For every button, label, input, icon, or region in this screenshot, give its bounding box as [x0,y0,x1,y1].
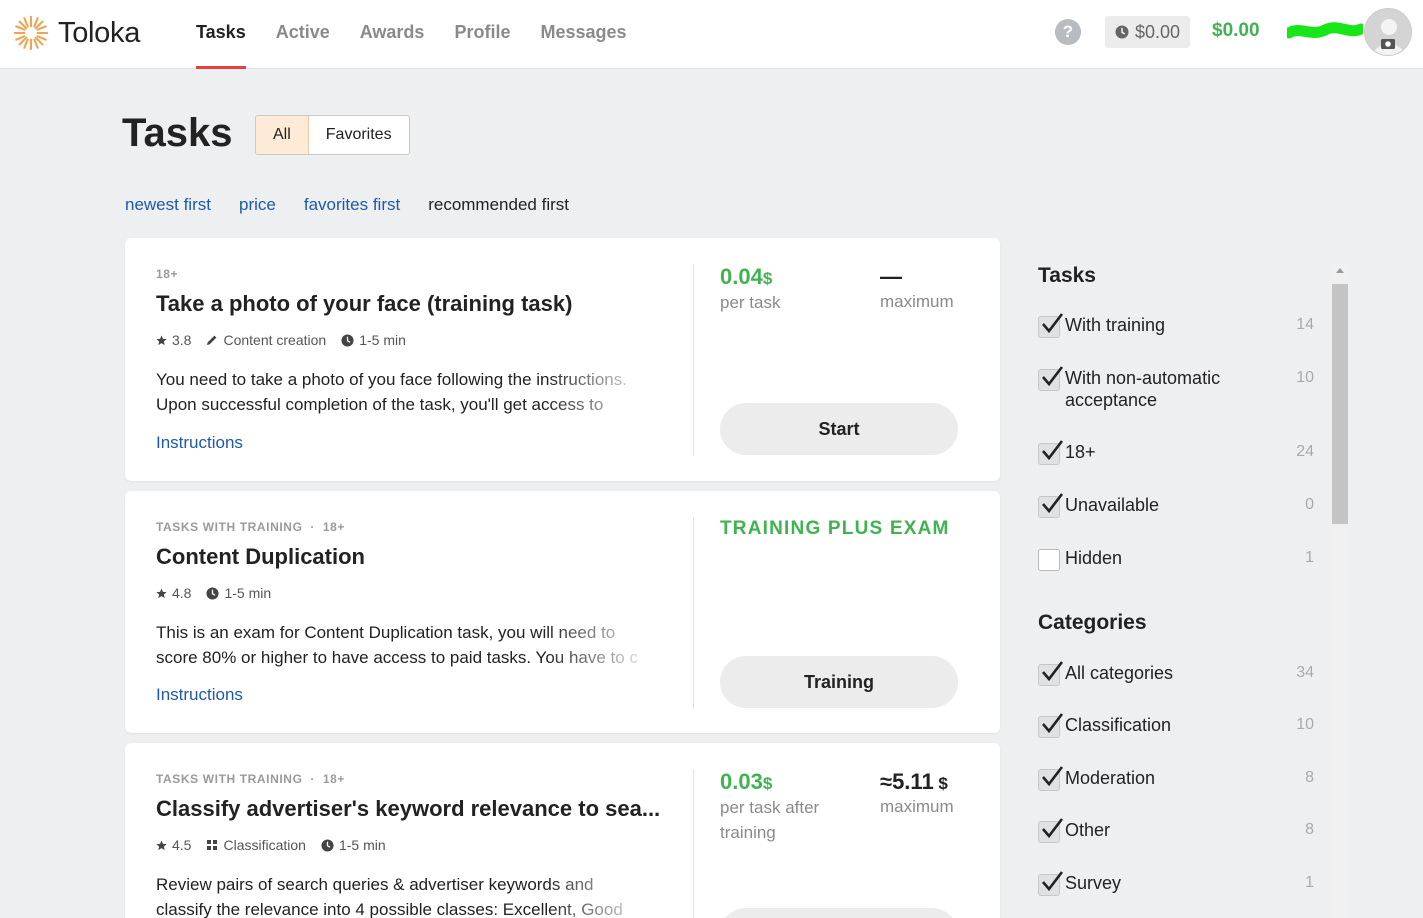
task-stats: 4.8 1-5 min [156,585,286,601]
camera-icon [1373,19,1405,55]
checkmark-icon [1042,493,1064,514]
filter-categories-heading: Categories [1038,611,1147,634]
nav-profile[interactable]: Profile [454,0,510,69]
sort-newest[interactable]: newest first [125,195,211,215]
task-meta: TASKS WITH TRAINING · 18+ [156,772,345,786]
checkbox[interactable] [1038,871,1064,896]
star-icon [156,839,167,850]
toggle-all-button[interactable]: All [256,116,309,154]
checkbox[interactable] [1038,366,1064,391]
max-label: maximum [880,292,954,311]
clock-icon [1115,25,1129,39]
filter-tasks-heading: Tasks [1038,264,1096,287]
help-icon[interactable]: ? [1055,19,1081,45]
toloka-sun-logo-icon [13,15,49,51]
clock-icon [321,838,334,852]
grid-icon [207,840,218,850]
card-divider [693,769,694,918]
card-divider [693,264,694,456]
scroll-thumb[interactable] [1332,284,1348,524]
checkmark-icon [1042,661,1064,682]
balance-value[interactable]: $0.00 [1212,20,1260,42]
nav-active[interactable]: Active [276,0,330,69]
checkbox[interactable] [1038,440,1064,465]
task-stats: 4.5 Classification 1-5 min [156,837,401,853]
age-badge: 18+ [156,267,179,281]
instructions-link[interactable]: Instructions [156,685,243,705]
logo-text: Toloka [58,16,141,49]
price-label: per task after training [720,798,820,842]
checkmark-icon [1042,818,1064,839]
duration: 1-5 min [341,332,406,348]
checkmark-icon [1042,713,1064,734]
task-card[interactable]: TASKS WITH TRAINING · 18+ Content Duplic… [125,491,1000,733]
pending-balance-value: $0.00 [1135,21,1181,42]
task-description: You need to take a photo of you face fol… [156,370,627,414]
duration: 1-5 min [206,585,271,601]
checkbox[interactable] [1038,313,1064,338]
logo[interactable]: Toloka [12,14,140,52]
scroll-up-arrow-icon[interactable] [1336,268,1344,273]
instructions-link[interactable]: Instructions [156,433,243,453]
task-title[interactable]: Content Duplication [156,544,365,570]
checkbox[interactable] [1038,493,1064,518]
main-nav: Tasks Active Awards Profile Messages [196,0,657,69]
category: Classification [206,837,306,853]
task-meta: TASKS WITH TRAINING · 18+ [156,520,345,534]
price-label: per task [720,293,781,312]
star-icon [156,587,167,598]
max-label: maximum [880,797,954,816]
toggle-favorites-button[interactable]: Favorites [309,116,409,154]
max-earnings: ≈5.11 $ [880,769,948,794]
sort-favorites[interactable]: favorites first [304,195,400,215]
rating: 4.5 [156,837,191,853]
task-price: 0.03$ [720,769,773,794]
action-button[interactable] [720,908,958,918]
task-description: This is an exam for Content Duplication … [156,623,638,667]
pending-balance[interactable]: $0.00 [1105,16,1191,48]
redaction-scribble [1287,22,1363,39]
training-exam-label: TRAINING PLUS EXAM [720,518,950,539]
checkmark-icon [1042,871,1064,892]
avatar[interactable] [1364,8,1412,56]
top-header: Toloka Tasks Active Awards Profile Messa… [0,0,1423,69]
checkmark-icon [1042,313,1064,334]
checkbox[interactable] [1038,766,1064,791]
duration: 1-5 min [321,837,386,853]
task-price: 0.04$ [720,264,773,289]
rating: 4.8 [156,585,191,601]
task-card[interactable]: TASKS WITH TRAINING · 18+ Classify adver… [125,743,1000,918]
task-title[interactable]: Classify advertiser's keyword relevance … [156,796,660,822]
nav-messages[interactable]: Messages [540,0,626,69]
clock-icon [341,333,354,347]
training-button[interactable]: Training [720,656,958,708]
sort-recommended[interactable]: recommended first [428,195,569,215]
nav-awards[interactable]: Awards [360,0,425,69]
checkbox[interactable] [1038,661,1064,686]
pencil-icon [207,335,217,345]
checkbox[interactable] [1038,549,1060,571]
rating: 3.8 [156,332,191,348]
start-button[interactable]: Start [720,403,958,455]
checkbox[interactable] [1038,818,1064,843]
checkmark-icon [1042,366,1064,387]
task-stats: 3.8 Content creation 1-5 min [156,332,421,348]
page-title: Tasks [122,111,233,155]
max-earnings: — [880,264,902,289]
checkmark-icon [1042,440,1064,461]
task-description: Review pairs of search queries & adverti… [156,875,623,918]
view-toggle: All Favorites [255,115,410,155]
filters-scrollbar[interactable] [1331,264,1349,918]
card-divider [693,517,694,709]
star-icon [156,334,167,345]
sort-price[interactable]: price [239,195,276,215]
sort-bar: newest first price favorites first recom… [125,195,597,215]
checkbox[interactable] [1038,713,1064,738]
nav-tasks[interactable]: Tasks [196,0,246,69]
task-card[interactable]: 18+ Take a photo of your face (training … [125,238,1000,481]
clock-icon [206,586,220,600]
category: Content creation [206,332,326,348]
checkmark-icon [1042,766,1064,787]
task-title[interactable]: Take a photo of your face (training task… [156,291,572,317]
